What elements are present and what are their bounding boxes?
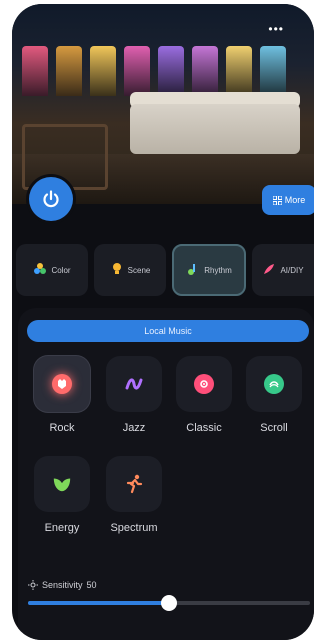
sun-icon (28, 580, 38, 590)
tab-rhythm-label: Rhythm (204, 265, 232, 275)
mode-jazz[interactable]: Jazz (104, 356, 164, 434)
mode-label: Rock (49, 422, 75, 434)
tab-color[interactable]: Color (16, 244, 88, 296)
mode-label: Classic (186, 422, 222, 434)
chair (22, 124, 108, 190)
spectrum-runner-icon (124, 474, 144, 494)
rhythm-music-icon (186, 262, 200, 279)
more-label: More (284, 195, 306, 205)
mode-tile (246, 356, 302, 412)
sensitivity-row: Sensitivity 50 (28, 580, 97, 590)
tab-rhythm[interactable]: Rhythm (172, 244, 246, 296)
mode-label: Scroll (260, 422, 288, 434)
fence-light-violet (158, 46, 184, 96)
sensitivity-slider[interactable] (28, 595, 310, 611)
sensitivity-slider-fill (28, 601, 169, 605)
fence-light-gold (226, 46, 252, 96)
more-button[interactable]: More (262, 185, 314, 215)
mode-tile (34, 356, 90, 412)
ai-diy-feather-icon (262, 262, 276, 279)
tab-color-label: Color (51, 265, 71, 275)
rock-icon (52, 374, 72, 394)
tab-scene-label: Scene (127, 265, 151, 275)
tab-ai-diy[interactable]: AI/DIY (252, 244, 314, 296)
mode-rock[interactable]: Rock (32, 356, 92, 434)
sofa (130, 104, 300, 154)
mode-tabs: Color Scene Rhythm AI/DIY (12, 244, 314, 300)
sensitivity-label: Sensitivity (42, 580, 83, 590)
mode-tile (176, 356, 232, 412)
power-button[interactable] (29, 177, 73, 221)
mode-label: Energy (44, 522, 80, 534)
mode-scroll[interactable]: Scroll (244, 356, 304, 434)
mode-tile (34, 456, 90, 512)
fence-light-cyan (260, 46, 286, 96)
scroll-icon (264, 374, 284, 394)
fence-light-purple (192, 46, 218, 96)
mode-tile (106, 456, 162, 512)
mode-energy[interactable]: Energy (32, 456, 92, 534)
fence-light-yellow (90, 46, 116, 96)
mode-label: Spectrum (110, 522, 158, 534)
menu-dots-icon[interactable]: ••• (268, 22, 284, 36)
fence-light-magenta (124, 46, 150, 96)
fence-light-pink (22, 46, 48, 96)
scene-bulb-icon (110, 262, 124, 279)
sensitivity-value: 50 (86, 580, 97, 590)
tab-scene[interactable]: Scene (94, 244, 166, 296)
garden-photo: ••• (12, 4, 314, 204)
fence-light-amber (56, 46, 82, 96)
tab-ai-diy-label: AI/DIY (280, 265, 304, 275)
power-icon (43, 190, 59, 208)
classic-icon (194, 374, 214, 394)
grid-icon (272, 195, 282, 205)
mode-tile (106, 356, 162, 412)
phone-screen: ••• More Color Scene Rhythm AI/DIY Local… (12, 4, 314, 640)
sensitivity-slider-thumb[interactable] (161, 595, 177, 611)
local-music-button[interactable]: Local Music (27, 320, 309, 342)
mode-classic[interactable]: Classic (174, 356, 234, 434)
jazz-icon (124, 374, 144, 394)
mode-label: Jazz (122, 422, 146, 434)
mode-spectrum[interactable]: Spectrum (104, 456, 164, 534)
color-palette-icon (33, 262, 47, 279)
energy-leaf-icon (52, 474, 72, 494)
